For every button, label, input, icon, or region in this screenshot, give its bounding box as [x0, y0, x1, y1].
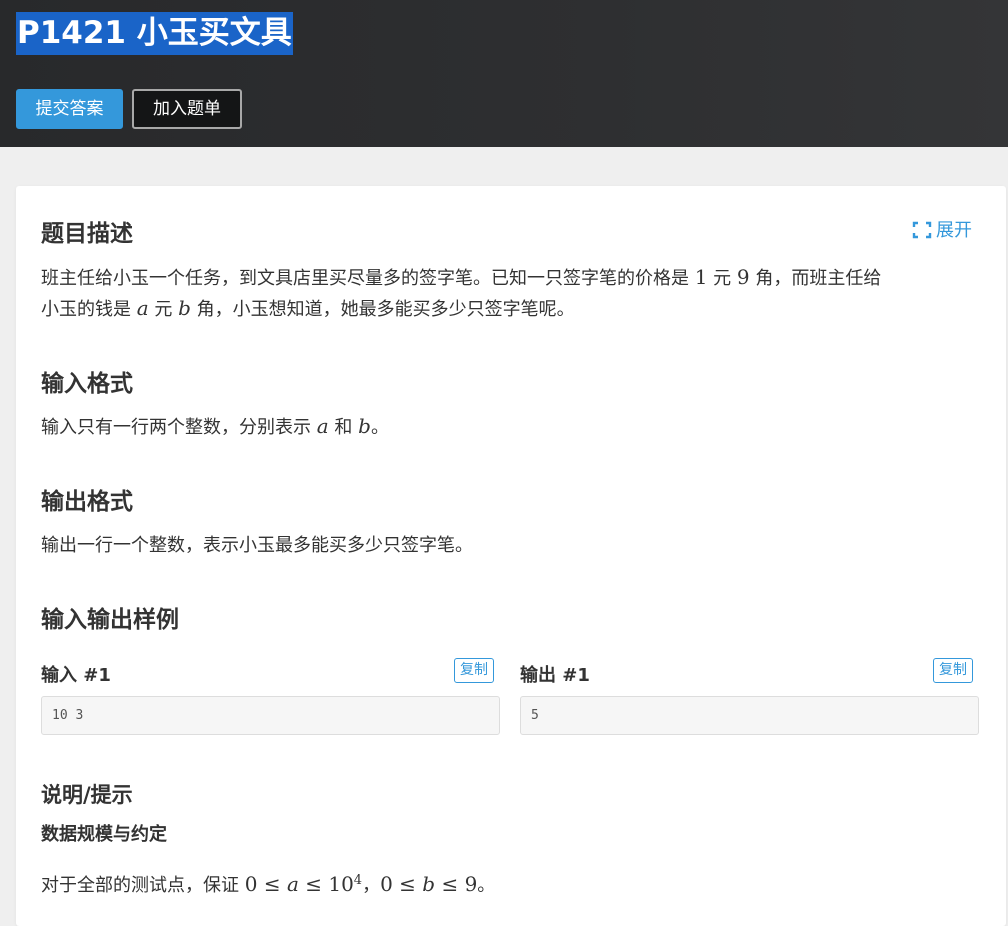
sample-output-box[interactable]: 5	[520, 696, 979, 735]
hint-heading: 说明/提示	[41, 783, 133, 807]
math-variable: a	[316, 414, 329, 438]
description-heading: 题目描述	[41, 221, 133, 247]
hint-part: ，	[362, 875, 381, 896]
copy-output-button[interactable]: 复制	[933, 658, 973, 683]
sample-input-box[interactable]: 10 3	[41, 696, 500, 735]
math-expr: ≤ 10	[298, 872, 354, 896]
add-to-list-button[interactable]: 加入题单	[132, 89, 242, 129]
input-format-part: 输入只有一行两个整数，分别表示	[41, 417, 317, 438]
sample-input-label: 输入 #1	[41, 665, 111, 686]
math-expr: 0 ≤	[380, 872, 423, 896]
math-expr: ≤ 9	[435, 872, 478, 896]
input-format-part: 。	[370, 417, 389, 438]
input-format-heading: 输入格式	[41, 371, 133, 397]
math-expr: 0 ≤	[244, 872, 287, 896]
description-text: 元	[707, 268, 737, 289]
problem-title: P1421 小玉买文具	[16, 12, 293, 55]
description-text: 元	[148, 299, 179, 320]
hint-part: 对于全部的测试点，保证	[41, 875, 245, 896]
problem-header: P1421 小玉买文具 提交答案 加入题单	[0, 0, 1008, 147]
expand-button[interactable]: 展开	[912, 216, 972, 242]
sample-output-label: 输出 #1	[520, 665, 590, 686]
math-number: 9	[736, 265, 750, 289]
samples-heading: 输入输出样例	[41, 607, 179, 633]
hint-subheading: 数据规模与约定	[41, 824, 167, 845]
submit-answer-button[interactable]: 提交答案	[16, 89, 123, 129]
hint-text: 对于全部的测试点，保证 0 ≤ a ≤ 104，0 ≤ b ≤ 9。	[41, 864, 495, 902]
math-number: 1	[694, 265, 708, 289]
input-format-part: 和	[328, 417, 359, 438]
problem-card: 题目描述 展开 班主任给小玉一个任务，到文具店里买尽量多的签字笔。已知一只签字笔…	[16, 186, 1006, 926]
description-text: 班主任给小玉一个任务，到文具店里买尽量多的签字笔。已知一只签字笔的价格是	[41, 268, 695, 289]
math-exponent: 4	[353, 873, 363, 888]
math-variable: b	[178, 296, 191, 320]
output-format-text: 输出一行一个整数，表示小玉最多能买多少只签字笔。	[41, 535, 473, 556]
output-format-heading: 输出格式	[41, 489, 133, 515]
description-text: 角，小玉想知道，她最多能买多少只签字笔呢。	[190, 299, 575, 320]
input-format-text: 输入只有一行两个整数，分别表示 a 和 b。	[41, 410, 389, 444]
math-variable: a	[286, 872, 299, 896]
description-line-1: 班主任给小玉一个任务，到文具店里买尽量多的签字笔。已知一只签字笔的价格是 1 元…	[41, 261, 881, 295]
description-text: 小玉的钱是	[41, 299, 137, 320]
math-variable: a	[136, 296, 149, 320]
description-line-2: 小玉的钱是 a 元 b 角，小玉想知道，她最多能买多少只签字笔呢。	[41, 292, 575, 326]
copy-input-button[interactable]: 复制	[454, 658, 494, 683]
expand-label: 展开	[936, 220, 972, 241]
hint-part: 。	[477, 875, 496, 896]
description-text: 角，而班主任给	[749, 268, 882, 289]
math-variable: b	[422, 872, 436, 896]
math-variable: b	[358, 414, 371, 438]
expand-icon	[912, 221, 932, 239]
